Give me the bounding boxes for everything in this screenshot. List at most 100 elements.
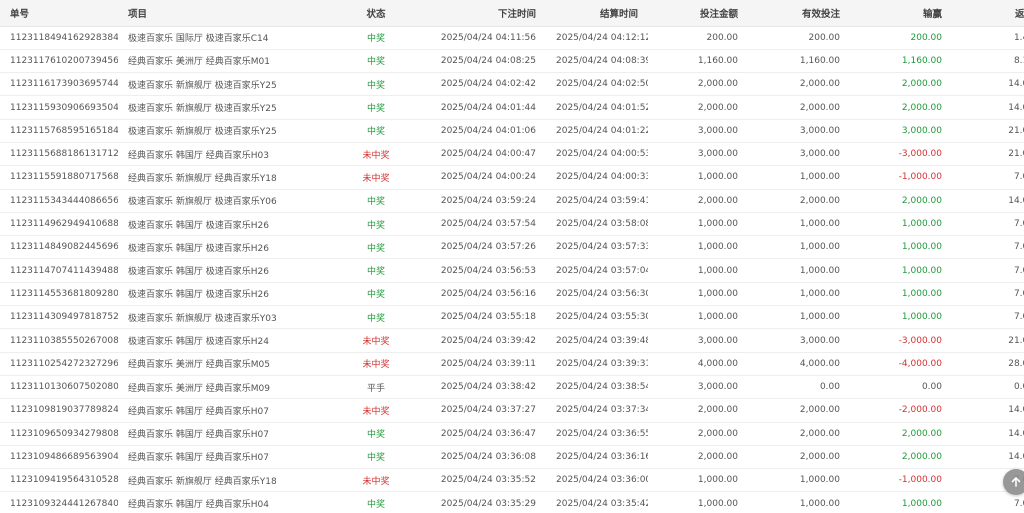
cell-project: 极速百家乐 韩国厅 极速百家乐H26 <box>118 212 338 237</box>
cell-bet-time: 2025/04/24 03:38:42 <box>414 375 546 400</box>
cell-bet-amount: 1,160.00 <box>648 49 748 74</box>
cell-status: 中奖 <box>338 282 414 307</box>
cell-win-loss: 1,000.00 <box>850 235 952 260</box>
cell-settle-time: 2025/04/24 03:36:00 <box>546 468 648 493</box>
cell-rebate: 7.00 <box>952 258 1024 283</box>
table-row[interactable]: 1123114849082445696 极速百家乐 韩国厅 极速百家乐H26 中奖 2… <box>0 235 1024 260</box>
cell-order-id: 1123109486689563904 <box>0 445 118 470</box>
cell-bet-time: 2025/04/24 03:39:42 <box>414 328 546 353</box>
cell-status: 平手 <box>338 375 414 400</box>
cell-valid-bet: 1,000.00 <box>748 282 850 307</box>
cell-project: 经典百家乐 韩国厅 经典百家乐H03 <box>118 142 338 167</box>
cell-rebate: 7.00 <box>952 491 1024 513</box>
cell-win-loss: -1,000.00 <box>850 165 952 190</box>
cell-bet-amount: 1,000.00 <box>648 235 748 260</box>
cell-bet-amount: 1,000.00 <box>648 468 748 493</box>
header-status: 状态 <box>338 0 414 27</box>
cell-rebate: 0.00 <box>952 375 1024 400</box>
cell-win-loss: 1,000.00 <box>850 282 952 307</box>
cell-order-id: 1123110130607502080 <box>0 375 118 400</box>
cell-rebate: 14.00 <box>952 422 1024 446</box>
cell-settle-time: 2025/04/24 04:01:52 <box>546 95 648 120</box>
cell-status: 未中奖 <box>338 165 414 190</box>
cell-order-id: 1123115591880717568 <box>0 165 118 190</box>
cell-status: 中奖 <box>338 212 414 237</box>
table-row[interactable]: 1123109324441267840 经典百家乐 韩国厅 经典百家乐H04 中奖 2… <box>0 491 1024 513</box>
cell-win-loss: 200.00 <box>850 26 952 50</box>
cell-project: 极速百家乐 韩国厅 极速百家乐H26 <box>118 235 338 260</box>
cell-order-id: 1123110254272327296 <box>0 352 118 376</box>
table-header: 单号 项目 状态 下注时间 结算时间 投注金额 有效投注 输赢 返水 <box>0 0 1024 27</box>
header-win-loss: 输赢 <box>850 0 952 27</box>
cell-order-id: 1123114553681809280 <box>0 282 118 307</box>
cell-valid-bet: 1,000.00 <box>748 258 850 283</box>
cell-valid-bet: 1,160.00 <box>748 49 850 74</box>
table-row[interactable]: 1123110385550267008 极速百家乐 韩国厅 极速百家乐H24 未中奖… <box>0 328 1024 353</box>
cell-settle-time: 2025/04/24 03:58:08 <box>546 212 648 237</box>
cell-status: 中奖 <box>338 258 414 283</box>
bet-records-page: 单号 项目 状态 下注时间 结算时间 投注金额 有效投注 输赢 返水 11231… <box>0 0 1024 513</box>
table-row[interactable]: 1123115688186131712 经典百家乐 韩国厅 经典百家乐H03 未中奖… <box>0 142 1024 167</box>
cell-order-id: 1123109650934279808 <box>0 422 118 446</box>
cell-bet-amount: 3,000.00 <box>648 328 748 353</box>
cell-order-id: 1123116173903695744 <box>0 72 118 97</box>
cell-rebate: 14.00 <box>952 95 1024 120</box>
cell-order-id: 1123115343444086656 <box>0 189 118 213</box>
table-row[interactable]: 1123115768595165184 极速百家乐 新旗舰厅 极速百家乐Y25 中奖… <box>0 119 1024 143</box>
cell-bet-amount: 2,000.00 <box>648 422 748 446</box>
cell-status: 中奖 <box>338 26 414 50</box>
cell-settle-time: 2025/04/24 03:56:30 <box>546 282 648 307</box>
cell-project: 经典百家乐 韩国厅 经典百家乐H07 <box>118 398 338 423</box>
back-to-top-button[interactable] <box>1003 469 1024 495</box>
cell-bet-amount: 2,000.00 <box>648 445 748 470</box>
cell-settle-time: 2025/04/24 03:36:16 <box>546 445 648 470</box>
table-row[interactable]: 1123117610200739456 经典百家乐 美洲厅 经典百家乐M01 中奖 2… <box>0 49 1024 74</box>
cell-order-id: 1123109324441267840 <box>0 491 118 513</box>
cell-rebate: 21.00 <box>952 142 1024 167</box>
cell-project: 经典百家乐 美洲厅 经典百家乐M05 <box>118 352 338 376</box>
cell-settle-time: 2025/04/24 04:00:33 <box>546 165 648 190</box>
table-row[interactable]: 1123110130607502080 经典百家乐 美洲厅 经典百家乐M09 平手 2… <box>0 375 1024 400</box>
table-row[interactable]: 1123115930906693504 极速百家乐 新旗舰厅 极速百家乐Y25 中奖… <box>0 95 1024 120</box>
cell-status: 中奖 <box>338 422 414 446</box>
cell-settle-time: 2025/04/24 03:39:31 <box>546 352 648 376</box>
cell-project: 极速百家乐 韩国厅 极速百家乐H26 <box>118 258 338 283</box>
cell-valid-bet: 1,000.00 <box>748 468 850 493</box>
table-row[interactable]: 1123114962949410688 极速百家乐 韩国厅 极速百家乐H26 中奖 2… <box>0 212 1024 237</box>
cell-status: 中奖 <box>338 189 414 213</box>
cell-rebate: 8.12 <box>952 49 1024 74</box>
table-row[interactable]: 1123118494162928384 极速百家乐 国际厅 极速百家乐C14 中奖 2… <box>0 26 1024 50</box>
cell-order-id: 1123114309497818752 <box>0 305 118 330</box>
table-row[interactable]: 1123109419564310528 经典百家乐 新旗舰厅 经典百家乐Y18 未中… <box>0 468 1024 493</box>
cell-bet-amount: 3,000.00 <box>648 375 748 400</box>
table-row[interactable]: 1123114707411439488 极速百家乐 韩国厅 极速百家乐H26 中奖 2… <box>0 258 1024 283</box>
cell-bet-time: 2025/04/24 04:00:24 <box>414 165 546 190</box>
cell-status: 未中奖 <box>338 398 414 423</box>
cell-bet-amount: 4,000.00 <box>648 352 748 376</box>
table-row[interactable]: 1123109819037789824 经典百家乐 韩国厅 经典百家乐H07 未中奖… <box>0 398 1024 423</box>
cell-bet-amount: 2,000.00 <box>648 398 748 423</box>
table-row[interactable]: 1123109486689563904 经典百家乐 韩国厅 经典百家乐H07 中奖 2… <box>0 445 1024 470</box>
cell-bet-amount: 1,000.00 <box>648 212 748 237</box>
table-row[interactable]: 1123115591880717568 经典百家乐 新旗舰厅 经典百家乐Y18 未中… <box>0 165 1024 190</box>
table-row[interactable]: 1123109650934279808 经典百家乐 韩国厅 经典百家乐H07 中奖 2… <box>0 422 1024 446</box>
header-valid-bet: 有效投注 <box>748 0 850 27</box>
table-row[interactable]: 1123116173903695744 极速百家乐 新旗舰厅 极速百家乐Y25 中奖… <box>0 72 1024 97</box>
cell-project: 极速百家乐 韩国厅 极速百家乐H26 <box>118 282 338 307</box>
cell-bet-time: 2025/04/24 03:36:47 <box>414 422 546 446</box>
cell-rebate: 14.00 <box>952 398 1024 423</box>
table-row[interactable]: 1123114553681809280 极速百家乐 韩国厅 极速百家乐H26 中奖 2… <box>0 282 1024 307</box>
cell-valid-bet: 0.00 <box>748 375 850 400</box>
table-row[interactable]: 1123114309497818752 极速百家乐 新旗舰厅 极速百家乐Y03 中奖… <box>0 305 1024 330</box>
cell-bet-amount: 3,000.00 <box>648 119 748 143</box>
cell-valid-bet: 2,000.00 <box>748 445 850 470</box>
cell-bet-amount: 2,000.00 <box>648 72 748 97</box>
table-row[interactable]: 1123110254272327296 经典百家乐 美洲厅 经典百家乐M05 未中奖… <box>0 352 1024 376</box>
header-rebate: 返水 <box>952 0 1024 27</box>
cell-status: 中奖 <box>338 491 414 513</box>
cell-status: 中奖 <box>338 445 414 470</box>
cell-bet-time: 2025/04/24 03:59:24 <box>414 189 546 213</box>
cell-project: 极速百家乐 韩国厅 极速百家乐H24 <box>118 328 338 353</box>
cell-project: 极速百家乐 新旗舰厅 极速百家乐Y25 <box>118 72 338 97</box>
table-row[interactable]: 1123115343444086656 极速百家乐 新旗舰厅 极速百家乐Y06 中奖… <box>0 189 1024 213</box>
